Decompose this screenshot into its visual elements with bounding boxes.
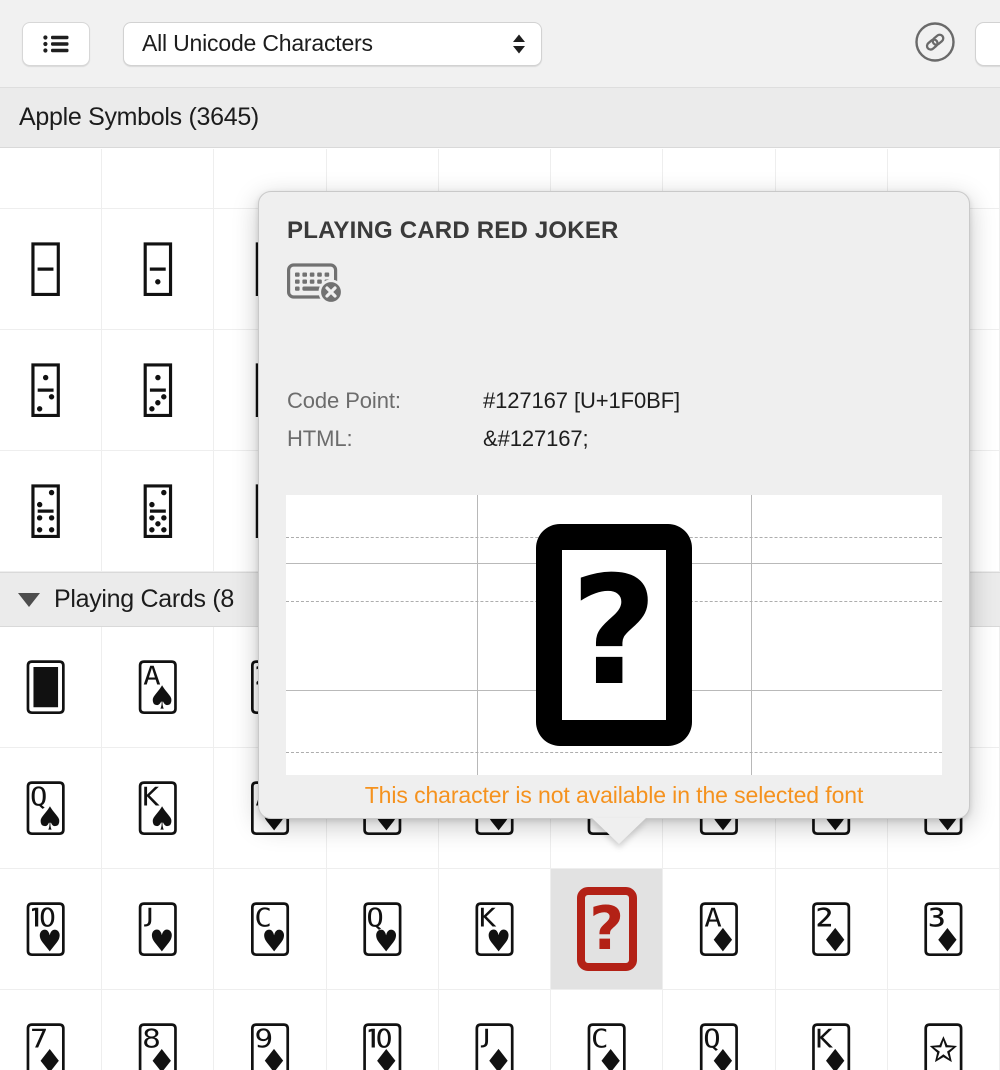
character-cell-domino[interactable]: 🁭 bbox=[102, 330, 215, 450]
character-cell-ace-diamonds[interactable]: 🃁 bbox=[663, 869, 776, 989]
character-cell-domino[interactable]: 🁣 bbox=[0, 209, 103, 329]
character-glyph: 🂭 bbox=[22, 782, 70, 834]
category-select[interactable]: All Unicode Characters bbox=[123, 21, 542, 66]
character-glyph: 🂺 bbox=[22, 903, 70, 955]
character-glyph: 🃊 bbox=[358, 1024, 406, 1070]
character-cell-domino[interactable]: 🁶 bbox=[102, 451, 215, 571]
detail-label: HTML: bbox=[287, 426, 353, 451]
character-glyph: 🃈 bbox=[134, 1024, 182, 1070]
character-cell-domino[interactable]: 🁬 bbox=[0, 330, 103, 450]
character-cell-domino[interactable]: 🁵 bbox=[0, 451, 103, 571]
keyboard-unavailable-icon bbox=[287, 262, 347, 311]
popover-arrow bbox=[592, 818, 646, 844]
character-name: PLAYING CARD RED JOKER bbox=[287, 217, 619, 244]
preview-glyph-character: ? bbox=[570, 545, 658, 719]
character-cell-knight-diamonds[interactable]: 🃌 bbox=[551, 990, 664, 1070]
character-glyph: 🃎 bbox=[807, 1024, 855, 1070]
character-cell-knight-spades[interactable]: 🂭 bbox=[0, 748, 103, 868]
detail-row-html: HTML: &#127167; bbox=[287, 420, 937, 458]
link-icon bbox=[914, 21, 956, 68]
toolbar: All Unicode Characters bbox=[0, 0, 1000, 88]
character-cell-king-hearts[interactable]: 🂾 bbox=[439, 869, 552, 989]
preview-guide-dash bbox=[286, 752, 942, 753]
character-glyph: 🃁 bbox=[695, 903, 743, 955]
character-cell-ace-spades[interactable]: 🂡 bbox=[102, 627, 215, 747]
character-glyph: 🃃 bbox=[919, 903, 967, 955]
character-glyph: 🃋 bbox=[470, 1024, 519, 1070]
character-cell-ten-hearts[interactable]: 🂺 bbox=[0, 869, 103, 989]
character-cell-card-back[interactable]: 🂠 bbox=[0, 627, 103, 747]
character-cell-ten-diamonds[interactable]: 🃊 bbox=[327, 990, 439, 1070]
character-glyph: 🃟 bbox=[919, 1024, 967, 1070]
character-cell-three-diamonds[interactable]: 🃃 bbox=[888, 869, 1000, 989]
category-select-value: All Unicode Characters bbox=[142, 30, 373, 56]
section-title: Playing Cards (8 bbox=[54, 585, 235, 613]
character-glyph: 🂠 bbox=[22, 661, 70, 713]
grid-row: 🂺 🂻 🂼 🂽 🂾 ? 🃁 🃂 🃃 bbox=[0, 869, 1000, 990]
character-cell-queen-spades[interactable]: 🂮 bbox=[102, 748, 215, 868]
insert-link-button[interactable] bbox=[913, 21, 957, 68]
chevron-up-down-icon bbox=[511, 33, 527, 55]
character-cell-knight-hearts[interactable]: 🂼 bbox=[214, 869, 327, 989]
character-cell-queen-hearts[interactable]: 🂽 bbox=[327, 869, 439, 989]
list-view-button[interactable] bbox=[22, 21, 90, 66]
character-glyph: 🃍 bbox=[695, 1024, 743, 1070]
character-cell-red-joker[interactable]: ? bbox=[551, 869, 664, 989]
character-glyph: 🁬 bbox=[26, 364, 65, 416]
character-cell-nine-diamonds[interactable]: 🃉 bbox=[214, 990, 327, 1070]
glyph-preview: ? bbox=[286, 495, 942, 775]
character-glyph: 🃂 bbox=[807, 903, 855, 955]
character-glyph: 🂾 bbox=[470, 903, 519, 955]
character-details: Code Point: #127167 [U+1F0BF] HTML: &#12… bbox=[287, 382, 937, 458]
character-cell-blank[interactable] bbox=[0, 149, 103, 209]
section-title: Apple Symbols (3645) bbox=[19, 103, 259, 131]
character-cell-jack-diamonds[interactable]: 🃋 bbox=[439, 990, 552, 1070]
character-glyph: 🁭 bbox=[139, 364, 177, 416]
detail-value: &#127167; bbox=[483, 426, 589, 451]
character-glyph: 🂻 bbox=[134, 903, 182, 955]
font-warning-message: This character is not available in the s… bbox=[364, 782, 864, 808]
character-cell-two-diamonds[interactable]: 🃂 bbox=[776, 869, 888, 989]
detail-label: Code Point: bbox=[287, 388, 401, 413]
character-cell-white-joker[interactable]: 🃟 bbox=[888, 990, 1000, 1070]
character-glyph: 🂽 bbox=[358, 903, 406, 955]
character-cell-seven-diamonds[interactable]: 🃇 bbox=[0, 990, 103, 1070]
character-cell-queen-diamonds[interactable]: 🃍 bbox=[663, 990, 776, 1070]
character-cell-domino[interactable]: 🁤 bbox=[102, 209, 215, 329]
character-glyph: 🁤 bbox=[139, 243, 177, 295]
preview-missing-glyph: ? bbox=[536, 524, 692, 746]
character-glyph: 🂮 bbox=[134, 782, 182, 834]
character-info-popover: PLAYING CARD RED JOKER Code Point: #1271… bbox=[258, 191, 970, 819]
character-glyph: 🃉 bbox=[246, 1024, 294, 1070]
character-cell-eight-diamonds[interactable]: 🃈 bbox=[102, 990, 215, 1070]
missing-glyph-placeholder: ? bbox=[576, 887, 637, 971]
character-glyph: 🃌 bbox=[583, 1024, 631, 1070]
character-cell-king-diamonds[interactable]: 🃎 bbox=[776, 990, 888, 1070]
grid-row: 🃇 🃈 🃉 🃊 🃋 🃌 🃍 🃎 🃟 bbox=[0, 990, 1000, 1070]
character-cell-jack-hearts[interactable]: 🂻 bbox=[102, 869, 215, 989]
character-glyph: 🁣 bbox=[26, 243, 65, 295]
character-glyph: 🂼 bbox=[246, 903, 294, 955]
character-glyph: 🁶 bbox=[139, 485, 177, 537]
section-header-apple-symbols[interactable]: Apple Symbols (3645) bbox=[0, 88, 1000, 148]
disclosure-triangle-icon[interactable] bbox=[18, 592, 40, 607]
character-viewer-window: All Unicode Characters Apple Symbols (36… bbox=[0, 0, 1000, 1070]
search-input[interactable] bbox=[975, 22, 1000, 66]
character-glyph: 🃇 bbox=[22, 1024, 70, 1070]
character-glyph: 🂡 bbox=[134, 661, 182, 713]
list-icon bbox=[43, 34, 69, 53]
detail-value: #127167 [U+1F0BF] bbox=[483, 388, 681, 413]
detail-row-code-point: Code Point: #127167 [U+1F0BF] bbox=[287, 382, 937, 420]
character-glyph: 🁵 bbox=[26, 485, 65, 537]
character-cell-blank[interactable] bbox=[102, 149, 215, 209]
